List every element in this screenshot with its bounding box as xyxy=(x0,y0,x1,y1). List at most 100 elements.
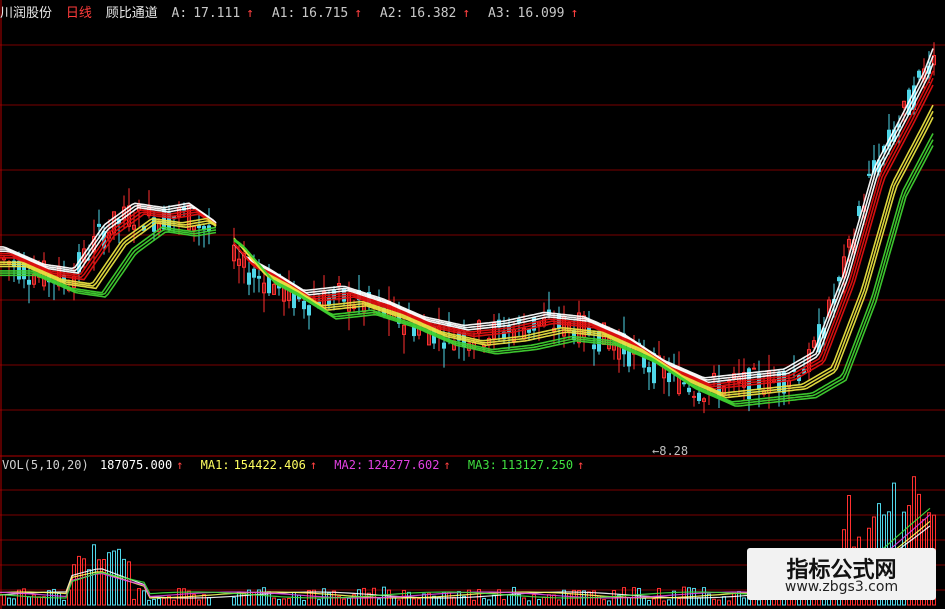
volume-bar xyxy=(522,597,526,606)
line-a-label: A: xyxy=(171,6,188,21)
volume-bar xyxy=(647,599,651,606)
volume-bar xyxy=(397,599,401,606)
moving-average-ribbons xyxy=(0,48,934,407)
ma3-label: MA3: xyxy=(467,458,497,472)
volume-bar xyxy=(157,598,161,606)
candle-body xyxy=(697,392,701,401)
volume-bar xyxy=(37,596,41,606)
watermark: 指标公式网 www.zbgs3.com xyxy=(747,548,936,600)
volume-bar xyxy=(642,597,646,606)
line-a2-label: A2: xyxy=(379,6,404,21)
candle-body xyxy=(247,272,251,285)
volume-bar xyxy=(557,599,561,606)
stock-name[interactable]: 川润股份 xyxy=(0,6,52,21)
indicator-name[interactable]: 顾比通道 xyxy=(106,6,158,21)
volume-bar xyxy=(302,600,306,606)
volume-bar xyxy=(57,592,61,606)
volume-bar xyxy=(287,597,291,606)
volume-bar xyxy=(152,598,156,606)
volume-bar xyxy=(502,599,506,606)
ma-line-a2 xyxy=(0,116,934,399)
volume-bar xyxy=(82,558,86,606)
period-label[interactable]: 日线 xyxy=(66,6,92,21)
volume-bar xyxy=(132,598,136,606)
volume-header: VOL(5,10,20) 187075.000 ↑ MA1: 154422.406 ↑… xyxy=(2,457,622,473)
volume-bar xyxy=(277,598,281,606)
volume-bar xyxy=(527,600,531,606)
candle-body xyxy=(867,173,871,176)
candle-body xyxy=(97,223,101,227)
candle-body xyxy=(27,279,31,285)
candle-body xyxy=(752,367,756,370)
volume-bar xyxy=(107,552,111,606)
volume-bar xyxy=(172,599,176,606)
volume-bar xyxy=(552,594,556,606)
volume-bar xyxy=(587,591,591,606)
volume-bar xyxy=(507,594,511,606)
volume-bar xyxy=(147,599,151,606)
volume-bar xyxy=(712,598,716,606)
volume-bar xyxy=(697,597,701,606)
volume-bar xyxy=(742,597,746,606)
volume-bar xyxy=(732,591,736,606)
line-a-value: 17.111 xyxy=(193,6,241,21)
candle-body xyxy=(837,277,841,282)
vol-label[interactable]: VOL(5,10,20) xyxy=(2,458,89,472)
volume-bar xyxy=(127,561,131,606)
candle-body xyxy=(692,395,696,398)
candle-body xyxy=(917,70,921,78)
line-a1-value: 16.715 xyxy=(301,6,349,21)
volume-bar xyxy=(272,597,276,606)
volume-bar xyxy=(757,599,761,606)
volume-bar xyxy=(567,593,571,606)
volume-bar xyxy=(27,596,31,606)
candles xyxy=(2,42,936,414)
volume-bar xyxy=(602,599,606,606)
volume-bar xyxy=(282,598,286,606)
candle-body xyxy=(267,276,271,294)
volume-bar xyxy=(537,599,541,606)
candle-body xyxy=(687,387,691,393)
volume-bar xyxy=(787,598,791,606)
line-a3-arrow: ↑ xyxy=(570,6,579,21)
candle-body xyxy=(307,305,311,316)
ma-line-a3 xyxy=(0,133,934,403)
volume-bar xyxy=(492,594,496,606)
volume-bar xyxy=(197,599,201,606)
candle-body xyxy=(442,342,446,349)
volume-bar xyxy=(347,597,351,606)
volume-bar xyxy=(137,588,141,606)
volume-bar xyxy=(547,594,551,606)
ma3-value: 113127.250 xyxy=(500,458,574,472)
volume-bar xyxy=(377,598,381,606)
min-price-marker: ←8.28 xyxy=(652,444,689,458)
candle-body xyxy=(647,367,651,373)
volume-bar xyxy=(242,592,246,606)
volume-bar xyxy=(122,558,126,606)
line-a1-arrow: ↑ xyxy=(354,6,363,21)
volume-bar xyxy=(317,599,321,606)
volume-bar xyxy=(652,598,656,606)
ma3-arrow: ↑ xyxy=(577,458,585,472)
candle-body xyxy=(302,301,306,310)
volume-bar xyxy=(7,597,11,606)
volume-bar xyxy=(2,594,6,606)
min-price-value: 8.28 xyxy=(659,444,689,458)
volume-bar xyxy=(207,597,211,606)
candle-body xyxy=(197,225,201,229)
volume-bar xyxy=(357,589,361,606)
volume-bar xyxy=(72,564,76,606)
candlestick-chart[interactable] xyxy=(0,0,945,609)
volume-bar xyxy=(142,590,146,606)
volume-bar xyxy=(97,559,101,606)
volume-bar xyxy=(667,599,671,606)
volume-bar xyxy=(722,596,726,606)
candle-body xyxy=(592,344,596,350)
volume-bar xyxy=(442,591,446,606)
volume-bar xyxy=(727,600,731,606)
volume-bar xyxy=(12,598,16,606)
line-a-arrow: ↑ xyxy=(246,6,254,21)
volume-bar xyxy=(452,596,456,606)
ma2-label: MA2: xyxy=(334,458,364,472)
vol-value: 187075.000 xyxy=(99,458,173,472)
